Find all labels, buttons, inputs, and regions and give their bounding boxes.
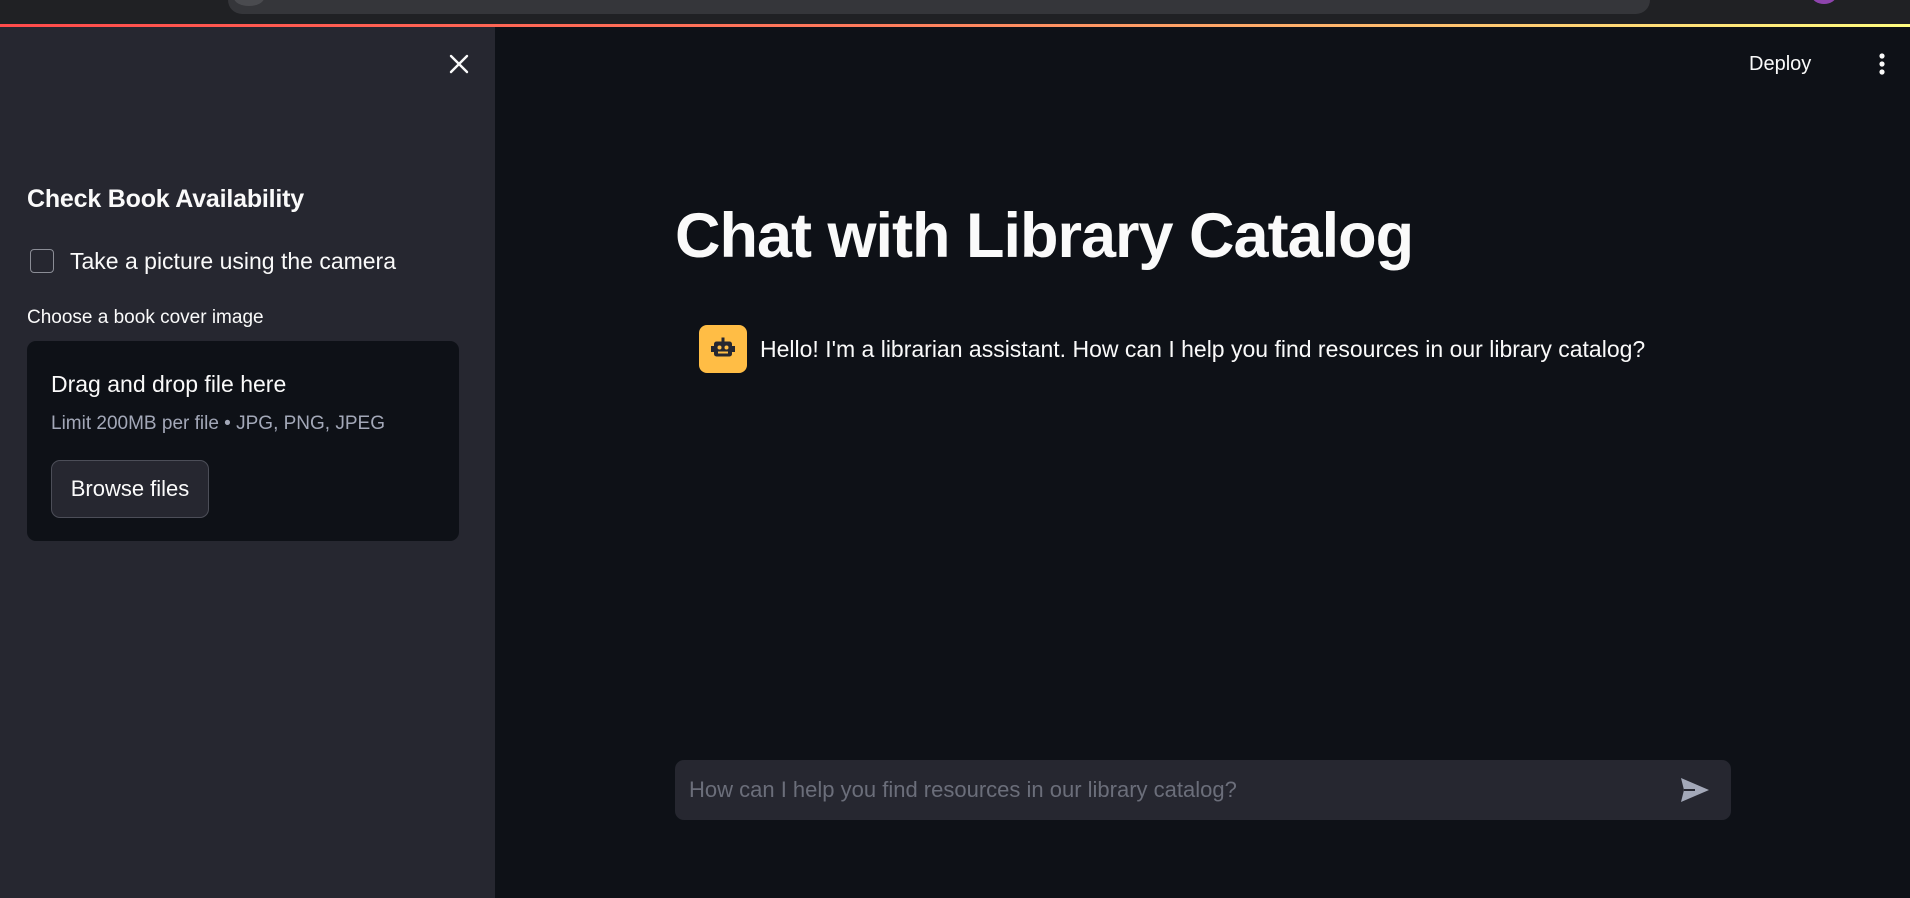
close-sidebar-button[interactable] <box>443 48 475 80</box>
file-dropzone[interactable]: Drag and drop file here Limit 200MB per … <box>27 341 459 541</box>
dropzone-limit-text: Limit 200MB per file • JPG, PNG, JPEG <box>51 413 385 434</box>
robot-icon <box>711 337 735 357</box>
send-button[interactable] <box>1675 772 1715 808</box>
dropzone-title: Drag and drop file here <box>51 371 287 397</box>
main-menu-button[interactable] <box>1868 47 1896 81</box>
chat-message-text: Hello! I'm a librarian assistant. How ca… <box>760 335 1646 362</box>
main-content: Deploy Chat with Library Catalog Hello! … <box>495 27 1910 898</box>
close-icon <box>449 54 469 74</box>
chat-input[interactable] <box>675 760 1655 820</box>
browser-chrome <box>0 0 1910 24</box>
kebab-menu-icon <box>1879 53 1885 75</box>
camera-checkbox-row[interactable]: Take a picture using the camera <box>30 245 396 277</box>
browser-address-bar[interactable] <box>228 0 1650 14</box>
chat-input-container <box>675 760 1731 820</box>
assistant-avatar <box>699 325 747 373</box>
sidebar: Check Book Availability Take a picture u… <box>0 27 495 898</box>
deploy-button[interactable]: Deploy <box>1749 47 1811 81</box>
camera-checkbox[interactable] <box>30 249 54 273</box>
profile-avatar[interactable] <box>1812 0 1836 4</box>
chat-message: Hello! I'm a librarian assistant. How ca… <box>699 325 1645 373</box>
page-title: Chat with Library Catalog <box>675 201 1414 271</box>
uploader-label: Choose a book cover image <box>27 307 264 328</box>
app-root: Check Book Availability Take a picture u… <box>0 0 1910 898</box>
browse-files-button[interactable]: Browse files <box>51 460 209 518</box>
camera-checkbox-label[interactable]: Take a picture using the camera <box>70 248 396 275</box>
sidebar-title: Check Book Availability <box>27 185 304 213</box>
send-icon <box>1681 778 1709 802</box>
